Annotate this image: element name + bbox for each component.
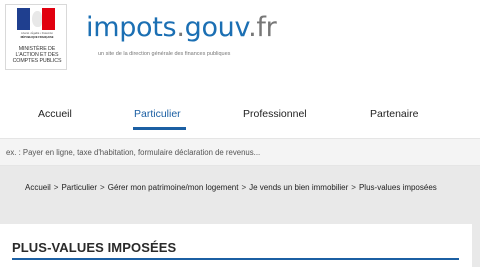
breadcrumb-item-accueil[interactable]: Accueil (25, 183, 51, 192)
breadcrumb-separator: > (100, 183, 105, 192)
breadcrumb: Accueil > Particulier > Gérer mon patrimoine… (25, 183, 437, 192)
search-input[interactable] (0, 139, 480, 165)
breadcrumb-separator: > (53, 183, 59, 192)
ministry-name: MINISTÈRE DE L'ACTION ET DES COMPTES PUB… (12, 46, 62, 64)
logo-part-fr: .fr (248, 12, 277, 43)
emblem-motto: Liberté • Égalité • Fraternité (21, 32, 53, 35)
breadcrumb-current: Plus-values imposées (358, 183, 437, 192)
logo-part-impots: impots (86, 12, 177, 43)
site-header: Liberté • Égalité • Fraternité RÉPUBLIQU… (0, 0, 480, 78)
active-nav-indicator (133, 127, 186, 130)
search-bar (0, 138, 480, 166)
logo-part-gouv: gouv (184, 12, 249, 43)
page-title: PLUS-VALUES IMPOSÉES (12, 240, 177, 255)
nav-item-professionnel[interactable]: Professionnel (243, 108, 307, 120)
french-flag-icon (17, 8, 56, 30)
breadcrumb-item-particulier[interactable]: Particulier (61, 183, 97, 192)
breadcrumb-separator: > (241, 183, 247, 192)
nav-item-accueil[interactable]: Accueil (38, 108, 72, 120)
title-underline (12, 258, 459, 260)
nav-item-partenaire[interactable]: Partenaire (370, 108, 418, 120)
breadcrumb-item-vente[interactable]: Je vends un bien immobilier (249, 183, 348, 192)
marianne-emblem[interactable]: Liberté • Égalité • Fraternité RÉPUBLIQU… (5, 4, 67, 70)
main-nav: Accueil Particulier Professionnel Parten… (0, 100, 480, 136)
emblem-republic: RÉPUBLIQUE FRANÇAISE (20, 36, 54, 39)
breadcrumb-item-patrimoine[interactable]: Gérer mon patrimoine/mon logement (108, 183, 239, 192)
nav-item-particulier[interactable]: Particulier (134, 108, 181, 120)
breadcrumb-separator: > (351, 183, 356, 192)
site-tagline: un site de la direction générale des fin… (98, 51, 231, 57)
site-logo[interactable]: impots.gouv.fr (86, 12, 277, 43)
logo-dot: . (176, 12, 185, 43)
